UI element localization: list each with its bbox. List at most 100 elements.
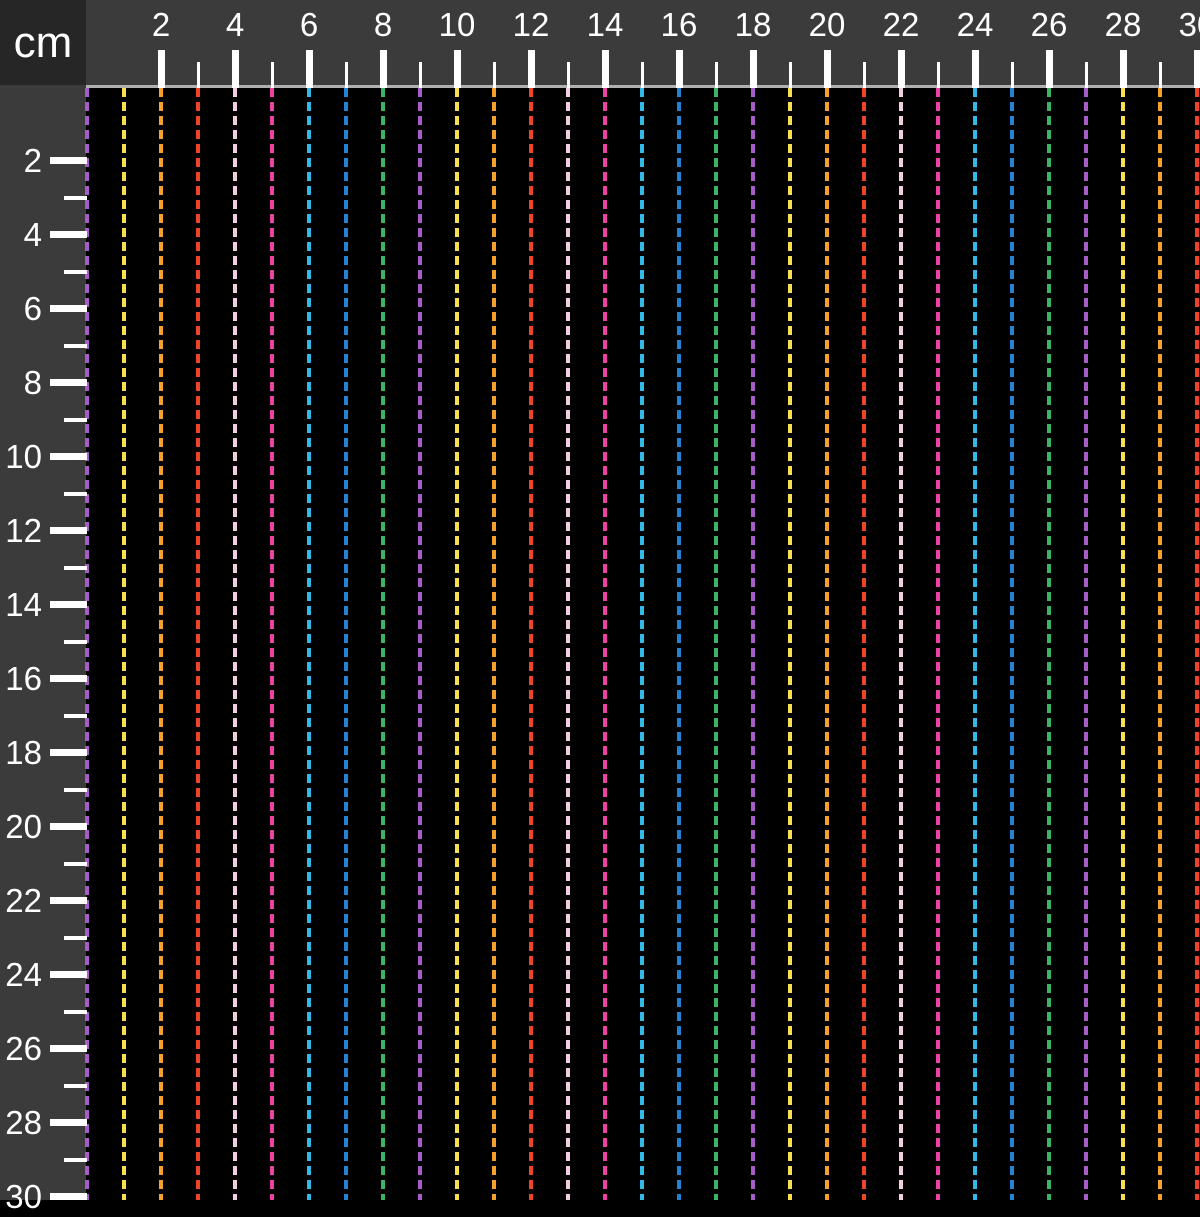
left-ruler-tick-minor bbox=[64, 862, 87, 866]
top-ruler-number: 2 bbox=[121, 6, 201, 44]
cm-gridline bbox=[936, 88, 940, 1200]
top-ruler-number: 4 bbox=[195, 6, 275, 44]
left-ruler-tick-major bbox=[50, 675, 87, 682]
left-ruler-tick-major bbox=[50, 157, 87, 164]
cm-gridline bbox=[677, 88, 681, 1200]
left-ruler-number: 4 bbox=[0, 215, 42, 255]
left-ruler-tick-minor bbox=[64, 492, 87, 496]
left-ruler-tick-major bbox=[50, 231, 87, 238]
top-ruler-tick-minor bbox=[197, 62, 200, 88]
left-ruler-number: 8 bbox=[0, 363, 42, 403]
top-ruler-tick-minor bbox=[345, 62, 348, 88]
left-ruler-number: 12 bbox=[0, 511, 42, 551]
left-ruler-tick-minor bbox=[64, 1010, 87, 1014]
left-ruler-tick-major bbox=[50, 601, 87, 608]
cm-gridline bbox=[529, 88, 533, 1200]
cm-gridline bbox=[973, 88, 977, 1200]
cm-gridline bbox=[85, 88, 89, 1200]
cm-gridline bbox=[270, 88, 274, 1200]
left-ruler-tick-minor bbox=[64, 344, 87, 348]
cm-gridline bbox=[1158, 88, 1162, 1200]
left-ruler-tick-minor bbox=[64, 714, 87, 718]
top-ruler-tick-minor bbox=[937, 62, 940, 88]
left-ruler-tick-major bbox=[50, 1193, 87, 1200]
left-ruler-tick-minor bbox=[64, 640, 87, 644]
left-ruler-number: 10 bbox=[0, 437, 42, 477]
top-ruler-tick-minor bbox=[1085, 62, 1088, 88]
top-ruler-tick-major bbox=[1194, 50, 1200, 88]
top-ruler-tick-minor bbox=[863, 62, 866, 88]
cm-gridline bbox=[714, 88, 718, 1200]
top-ruler-number: 14 bbox=[565, 6, 645, 44]
left-ruler-number: 30 bbox=[0, 1177, 42, 1217]
top-ruler-tick-major bbox=[1046, 50, 1053, 88]
left-ruler-number: 24 bbox=[0, 955, 42, 995]
top-ruler-tick-major bbox=[454, 50, 461, 88]
cm-gridline bbox=[640, 88, 644, 1200]
top-ruler-number: 6 bbox=[269, 6, 349, 44]
cm-gridline bbox=[1121, 88, 1125, 1200]
cm-gridline bbox=[196, 88, 200, 1200]
left-ruler-number: 28 bbox=[0, 1103, 42, 1143]
cm-gridline bbox=[1047, 88, 1051, 1200]
left-ruler-tick-minor bbox=[64, 936, 87, 940]
top-ruler-number: 8 bbox=[343, 6, 423, 44]
top-ruler-tick-major bbox=[306, 50, 313, 88]
top-ruler-tick-major bbox=[750, 50, 757, 88]
left-ruler-tick-major bbox=[50, 305, 87, 312]
top-ruler-tick-major bbox=[1120, 50, 1127, 88]
cm-gridline bbox=[1010, 88, 1014, 1200]
left-ruler-number: 6 bbox=[0, 289, 42, 329]
cm-gridline bbox=[233, 88, 237, 1200]
top-ruler-tick-minor bbox=[715, 62, 718, 88]
cm-gridline bbox=[381, 88, 385, 1200]
top-ruler-number: 28 bbox=[1083, 6, 1163, 44]
cm-gridline bbox=[344, 88, 348, 1200]
cm-gridline bbox=[825, 88, 829, 1200]
cm-gridline bbox=[1195, 88, 1199, 1200]
top-ruler-number: 16 bbox=[639, 6, 719, 44]
top-ruler-number: 26 bbox=[1009, 6, 1089, 44]
left-ruler-tick-minor bbox=[64, 566, 87, 570]
top-ruler-tick-minor bbox=[641, 62, 644, 88]
left-ruler-tick-major bbox=[50, 823, 87, 830]
left-ruler-tick-major bbox=[50, 379, 87, 386]
cm-gridline bbox=[418, 88, 422, 1200]
cm-gridline bbox=[788, 88, 792, 1200]
left-ruler-tick-major bbox=[50, 897, 87, 904]
cm-gridline bbox=[899, 88, 903, 1200]
left-ruler-number: 2 bbox=[0, 141, 42, 181]
left-ruler-tick-major bbox=[50, 749, 87, 756]
left-ruler-tick-major bbox=[50, 453, 87, 460]
top-ruler-number: 24 bbox=[935, 6, 1015, 44]
left-ruler-tick-minor bbox=[64, 1158, 87, 1162]
left-ruler-tick-major bbox=[50, 971, 87, 978]
left-ruler-number: 14 bbox=[0, 585, 42, 625]
cm-gridline bbox=[1084, 88, 1088, 1200]
top-ruler-tick-major bbox=[676, 50, 683, 88]
top-ruler-number: 12 bbox=[491, 6, 571, 44]
left-ruler-tick-minor bbox=[64, 196, 87, 200]
cm-gridline bbox=[159, 88, 163, 1200]
top-ruler-tick-major bbox=[824, 50, 831, 88]
left-ruler-tick-minor bbox=[64, 418, 87, 422]
top-ruler-tick-minor bbox=[789, 62, 792, 88]
left-ruler-tick-major bbox=[50, 1119, 87, 1126]
top-ruler-number: 30 bbox=[1157, 6, 1200, 44]
left-ruler-number: 22 bbox=[0, 881, 42, 921]
top-ruler-tick-minor bbox=[1011, 62, 1014, 88]
top-ruler-tick-major bbox=[528, 50, 535, 88]
unit-label: cm bbox=[14, 21, 73, 65]
top-ruler-number: 10 bbox=[417, 6, 497, 44]
left-ruler-tick-minor bbox=[64, 270, 87, 274]
top-ruler-tick-major bbox=[972, 50, 979, 88]
top-ruler-tick-minor bbox=[419, 62, 422, 88]
top-ruler-tick-major bbox=[158, 50, 165, 88]
left-ruler-tick-minor bbox=[64, 788, 87, 792]
left-ruler-tick-major bbox=[50, 1045, 87, 1052]
cm-gridline bbox=[307, 88, 311, 1200]
top-ruler-tick-minor bbox=[493, 62, 496, 88]
left-ruler-number: 16 bbox=[0, 659, 42, 699]
left-ruler-tick-major bbox=[50, 527, 87, 534]
top-ruler-tick-minor bbox=[567, 62, 570, 88]
